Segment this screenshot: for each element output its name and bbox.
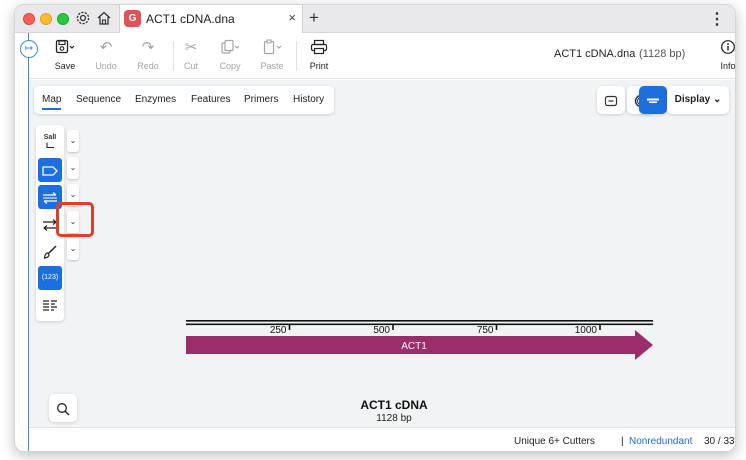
save-disk-icon — [45, 39, 85, 57]
tab-title: ACT1 cDNA.dna — [146, 12, 235, 26]
ruler-tick-label: 250 — [270, 325, 287, 336]
home-icon[interactable] — [96, 10, 114, 28]
paste-clipboard-icon — [252, 39, 292, 57]
ruler-tick-label: 500 — [373, 325, 390, 336]
linear-dna-map: 250 500 750 1000 ACT1 — [186, 320, 653, 360]
zoom-window-button[interactable] — [57, 13, 69, 25]
info-label: Info — [720, 61, 736, 71]
sequence-name: ACT1 cDNA — [360, 398, 428, 412]
copy-label: Copy — [219, 61, 241, 71]
ruler-tick-mark — [599, 325, 601, 330]
snapgene-logo-icon: G — [124, 10, 141, 27]
undo-label: Undo — [95, 61, 117, 71]
undo-icon: ↶ — [99, 39, 113, 56]
search-icon[interactable] — [49, 394, 77, 422]
new-tab-button[interactable]: + — [309, 8, 319, 28]
print-button[interactable]: Print — [299, 39, 339, 75]
print-label: Print — [309, 61, 329, 71]
ruler-ticks: 250 500 750 1000 — [270, 325, 601, 336]
close-window-button[interactable] — [23, 13, 35, 25]
main-toolbar: Save ↶ Undo ↷ Redo ✂ Cut Copy Paste Prin… — [29, 33, 736, 79]
minimize-window-button[interactable] — [40, 13, 52, 25]
redo-icon: ↷ — [141, 39, 155, 56]
info-button[interactable]: Info — [708, 39, 736, 75]
toolbar-divider — [296, 41, 297, 71]
nonredundant-link[interactable]: Nonredundant — [629, 436, 692, 447]
title-bar: G ACT1 cDNA.dna × + ⋮ — [15, 5, 735, 33]
document-title: ACT1 cDNA.dna — [554, 48, 636, 60]
save-button[interactable]: Save — [45, 39, 85, 75]
redo-label: Redo — [137, 61, 159, 71]
document-tab[interactable]: G ACT1 cDNA.dna × — [119, 5, 303, 33]
scissors-icon: ✂ — [184, 39, 198, 56]
paste-button[interactable]: Paste — [252, 39, 292, 75]
save-label: Save — [54, 61, 76, 71]
ruler-tick-mark — [288, 325, 291, 330]
undo-button[interactable]: ↶ Undo — [86, 39, 126, 75]
map-view-area: Map Sequence Enzymes Features Primers Hi… — [29, 80, 735, 427]
ruler-tick-label: 750 — [477, 325, 494, 336]
info-icon — [708, 39, 735, 57]
printer-icon — [299, 39, 339, 57]
status-bar: Unique 6+ Cutters | Nonredundant 30 / 33 — [29, 427, 735, 451]
close-tab-icon[interactable]: × — [288, 10, 296, 25]
more-menu-icon[interactable]: ⋮ — [709, 9, 725, 29]
status-separator: | — [621, 436, 624, 447]
dna-top-strand — [186, 320, 653, 322]
cut-label: Cut — [183, 61, 198, 71]
app-window: G ACT1 cDNA.dna × + ⋮ Save ↶ Undo ↷ Redo… — [14, 4, 736, 452]
ruler-tick-mark — [392, 325, 394, 330]
enzyme-count: 30 / 33 — [704, 436, 735, 447]
document-length: (1128 bp) — [639, 48, 686, 60]
copy-icon — [210, 39, 250, 57]
cut-button[interactable]: ✂ Cut — [171, 39, 211, 75]
enzyme-tool-highlight — [56, 202, 94, 237]
settings-gear-icon[interactable] — [75, 10, 93, 28]
paste-label: Paste — [260, 61, 284, 71]
ruler-tick-label: 1000 — [575, 325, 598, 336]
sequence-length: 1128 bp — [376, 413, 412, 424]
feature-label: ACT1 — [401, 341, 427, 352]
ruler-tick-mark — [495, 325, 498, 330]
expand-sidebar-icon[interactable]: ↦ — [20, 40, 38, 58]
enzyme-set-label[interactable]: Unique 6+ Cutters — [514, 436, 595, 447]
copy-button[interactable]: Copy — [210, 39, 250, 75]
redo-button[interactable]: ↷ Redo — [128, 39, 168, 75]
